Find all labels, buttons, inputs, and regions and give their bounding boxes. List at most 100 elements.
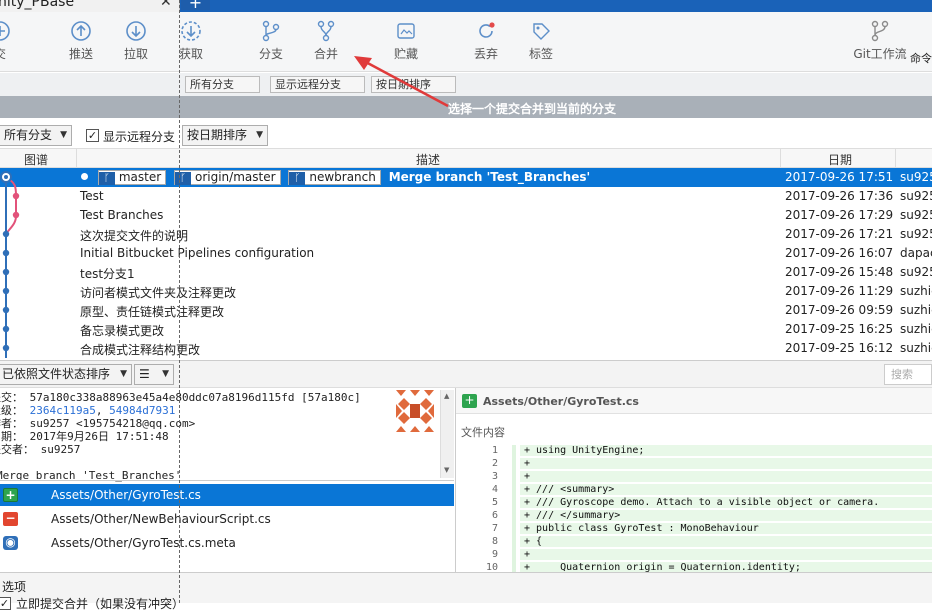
commit-list: ᚴ master ᚴ origin/master ᚴ newbranch Merge …	[0, 168, 932, 358]
toolbar-label: 交	[0, 45, 30, 62]
file-row[interactable]: ◉ Assets/Other/GyroTest.cs.meta	[0, 532, 454, 554]
column-divider[interactable]	[780, 149, 781, 169]
commit-merge-label: 立即提交合并（如果没有冲突）	[16, 597, 185, 611]
list-icon: ☰	[139, 367, 150, 381]
commit-row[interactable]: 这次提交文件的说明 2017-09-26 17:21 su925	[0, 225, 932, 244]
commit-button[interactable]: 交	[0, 20, 30, 62]
commit-author: suzhic	[900, 322, 932, 336]
parent-link[interactable]: 54984d7931	[109, 404, 175, 417]
code-line: 1 + using UnityEngine;	[460, 445, 932, 458]
commit-row[interactable]: Initial Bitbucket Pipelines configuratio…	[0, 244, 932, 263]
commit-author: su925	[900, 265, 932, 279]
commit-date: 2017-09-26 17:21	[785, 227, 894, 241]
file-row[interactable]: − Assets/Other/NewBehaviourScript.cs	[0, 508, 454, 530]
sort-value: 按日期排序	[187, 128, 248, 142]
commit-details: 提交： 57a180c338a88963e45a4e80ddc07a8196d1…	[0, 390, 440, 482]
code-line: 7 + public class GyroTest : MonoBehaviour	[460, 523, 932, 536]
file-name: Assets/Other/NewBehaviourScript.cs	[51, 512, 271, 526]
close-icon[interactable]: ✕	[160, 0, 172, 10]
commit-row[interactable]: Test 2017-09-26 17:36 su925	[0, 187, 932, 206]
commit-row[interactable]: 原型、责任链模式注释更改 2017-09-26 09:59 suzhic	[0, 301, 932, 320]
commit-row[interactable]: Test Branches 2017-09-26 17:29 su925	[0, 206, 932, 225]
show-remote-label: 显示远程分支	[103, 130, 176, 144]
commit-merge-checkbox[interactable]: ✓	[0, 597, 11, 610]
discard-button[interactable]: 丢弃	[456, 20, 516, 62]
toolbar-label: 丢弃	[473, 47, 498, 61]
branch-filter-value: 所有分支	[4, 128, 53, 142]
merge-icon	[317, 20, 335, 42]
view-mode-dropdown[interactable]: ☰ ▼	[134, 364, 174, 385]
column-divider[interactable]	[895, 149, 896, 169]
changed-files-list: + Assets/Other/GyroTest.cs − Assets/Othe…	[0, 480, 454, 572]
commit-dot	[12, 211, 20, 219]
gitflow-button[interactable]: Git工作流	[850, 20, 910, 62]
commit-date: 2017-09-26 17:36	[785, 189, 894, 203]
repo-tab[interactable]: nity_PBase ✕	[0, 0, 180, 12]
ref-label: newbranch	[309, 170, 376, 184]
new-tab-button[interactable]: +	[181, 0, 210, 11]
branch-ref-newbranch[interactable]: ᚴ newbranch	[288, 170, 381, 185]
commit-description: Test Branches	[80, 208, 164, 222]
pull-button[interactable]: 拉取	[106, 20, 166, 62]
command-line-label[interactable]: 命令	[910, 50, 932, 66]
commit-row[interactable]: 合成模式注释结构更改 2017-09-25 16:12 suzhic	[0, 339, 932, 358]
commit-dot	[12, 192, 20, 200]
commit-date: 2017-09-26 17:29	[785, 208, 894, 222]
show-remote-checkbox[interactable]: ✓	[86, 129, 99, 142]
commit-row[interactable]: ᚴ master ᚴ origin/master ᚴ newbranch Merge …	[0, 168, 932, 187]
commit-date: 2017-09-26 11:29	[785, 284, 894, 298]
file-row[interactable]: + Assets/Other/GyroTest.cs	[0, 484, 454, 506]
merge-options: 选项 ✓ 立即提交合并（如果没有冲突）	[0, 572, 932, 611]
commit-table-header: 图谱 描述 日期	[0, 148, 932, 169]
branch-button[interactable]: 分支	[241, 20, 301, 62]
date-column-header[interactable]: 日期	[828, 151, 852, 168]
description-column-header[interactable]: 描述	[416, 151, 440, 168]
commit-author: suzhic	[900, 341, 932, 355]
commit-date: 2017-09-25 16:12	[785, 341, 894, 355]
commit-dot	[2, 230, 10, 238]
code-line: 3 +	[460, 471, 932, 484]
commit-author-line: 作者： su9257 <195754218@qq.com>	[0, 417, 196, 430]
toolbar-label: 分支	[258, 47, 283, 61]
branch-icon	[262, 20, 280, 42]
column-divider[interactable]	[76, 149, 77, 169]
commit-dot	[2, 287, 10, 295]
chevron-down-icon: ▼	[162, 369, 169, 379]
search-input[interactable]: 搜索	[884, 364, 932, 385]
commit-row[interactable]: test分支1 2017-09-26 15:48 su925	[0, 263, 932, 282]
chevron-down-icon: ▼	[256, 130, 263, 140]
commit-row[interactable]: 访问者模式文件夹及注释更改 2017-09-26 11:29 suzhic	[0, 282, 932, 301]
push-button[interactable]: 推送	[51, 20, 111, 62]
branch-icon: ᚴ	[289, 172, 306, 185]
stash-icon	[397, 23, 415, 39]
commit-description: 访问者模式文件夹及注释更改	[80, 286, 237, 300]
branch-ref-master[interactable]: ᚴ master	[97, 170, 167, 185]
details-scrollbar[interactable]: ▲ ▼	[440, 390, 454, 478]
file-modified-icon: ◉	[3, 536, 18, 550]
commit-description: 原型、责任链模式注释更改	[80, 305, 225, 319]
diff-file-name: Assets/Other/GyroTest.cs	[483, 395, 639, 408]
commit-description: Test	[80, 189, 104, 203]
commit-author: suzhic	[900, 303, 932, 317]
commit-description: 合成模式注释结构更改	[80, 343, 201, 357]
sort-dropdown[interactable]: 按日期排序 ▼	[182, 125, 268, 146]
file-sort-dropdown[interactable]: 已依照文件状态排序 ▼	[0, 364, 132, 385]
gitflow-icon	[871, 20, 889, 42]
ghost-branch-dropdown: 所有分支	[185, 76, 260, 93]
annotation-text: 选择一个提交合并到当前的分支	[448, 102, 617, 116]
fetch-icon	[181, 21, 201, 41]
branch-filter-dropdown[interactable]: 所有分支 ▼	[0, 125, 72, 146]
branch-ref-origin-master[interactable]: ᚴ origin/master	[173, 170, 281, 185]
tag-button[interactable]: 标签	[511, 20, 571, 62]
commit-row[interactable]: 备忘录模式更改 2017-09-25 16:25 suzhic	[0, 320, 932, 339]
parent-link[interactable]: 2364c119a5	[30, 404, 96, 417]
branch-icon: ᚴ	[174, 172, 191, 185]
commit-date-line: 日期： 2017年9月26日 17:51:48	[0, 430, 169, 443]
commit-description: Merge branch 'Test_Branches'	[388, 170, 591, 184]
branch-icon: ᚴ	[98, 172, 115, 185]
fetch-button[interactable]: 获取	[161, 20, 221, 62]
commit-author: suzhic	[900, 284, 932, 298]
ref-label: master	[118, 170, 162, 184]
file-added-icon: +	[3, 488, 18, 502]
graph-column-header[interactable]: 图谱	[24, 151, 48, 168]
